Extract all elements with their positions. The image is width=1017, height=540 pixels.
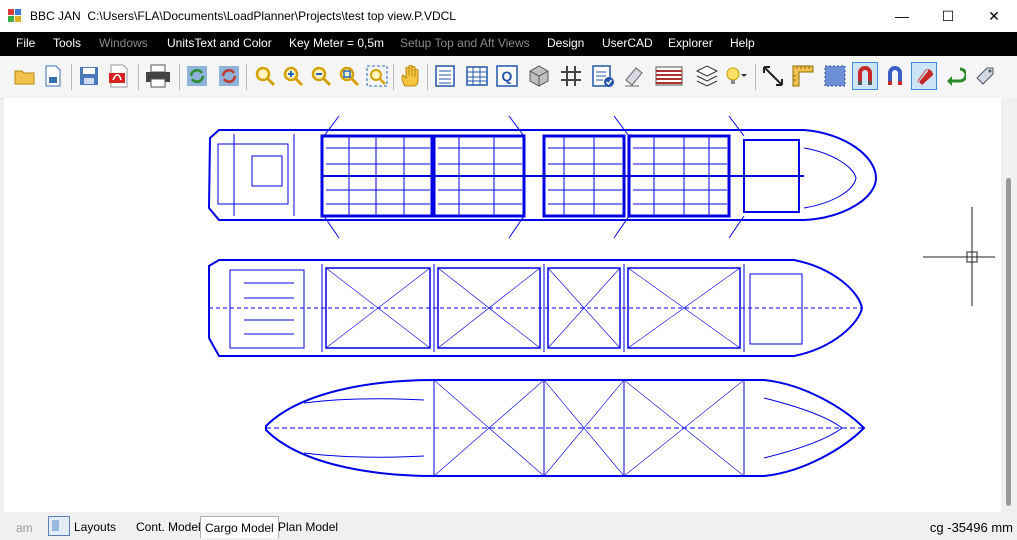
ship-hold-plan bbox=[208, 259, 864, 357]
tab-plan-model-label: Plan Model bbox=[278, 520, 339, 534]
measure-icon[interactable] bbox=[760, 62, 786, 90]
tag-icon[interactable] bbox=[972, 62, 998, 90]
tab-plan-model[interactable]: Plan Model bbox=[274, 516, 342, 538]
scrollbar-thumb[interactable] bbox=[1006, 178, 1011, 506]
refresh-all-icon[interactable] bbox=[216, 62, 242, 90]
pdf-icon[interactable] bbox=[106, 62, 132, 90]
status-bar: am Layouts Cont. Model Cargo Model Plan … bbox=[0, 512, 1017, 540]
vertical-scrollbar[interactable] bbox=[1001, 98, 1017, 512]
tab-cargo-model-label: Cargo Model bbox=[205, 520, 274, 535]
maximize-icon: ☐ bbox=[941, 7, 955, 24]
close-icon: ✕ bbox=[988, 7, 1000, 24]
magnet-blue-icon[interactable] bbox=[882, 62, 908, 90]
checklist-icon[interactable] bbox=[590, 62, 616, 90]
tab-layouts[interactable]: Layouts bbox=[70, 516, 120, 538]
3d-box-icon[interactable] bbox=[526, 62, 552, 90]
layouts-icon[interactable] bbox=[48, 516, 70, 536]
tab-cont-model-label: Cont. Model bbox=[136, 520, 201, 534]
ship-deck-plan bbox=[207, 115, 878, 239]
close-button[interactable]: ✕ bbox=[971, 0, 1017, 32]
app-icon bbox=[8, 9, 21, 22]
menu-help[interactable]: Help bbox=[730, 36, 755, 50]
ruler-icon[interactable] bbox=[790, 62, 816, 90]
print-icon[interactable] bbox=[143, 62, 173, 90]
cg-readout: cg -35496 mm bbox=[929, 520, 1013, 535]
new-document-icon[interactable] bbox=[40, 62, 66, 90]
layers-icon[interactable] bbox=[694, 62, 720, 90]
menu-design[interactable]: Design bbox=[547, 36, 584, 50]
query-icon[interactable]: Q bbox=[494, 62, 520, 90]
zoom-window-icon[interactable] bbox=[364, 62, 390, 90]
eraser-icon[interactable] bbox=[620, 62, 646, 90]
maximize-button[interactable]: ☐ bbox=[925, 0, 971, 32]
list-view-icon[interactable] bbox=[432, 62, 458, 90]
lightbulb-icon[interactable] bbox=[722, 62, 750, 90]
minimize-button[interactable]: — bbox=[879, 0, 925, 32]
zoom-out-icon[interactable] bbox=[308, 62, 334, 90]
menu-setup-views[interactable]: Setup Top and Aft Views bbox=[400, 36, 530, 50]
undo-arrow-icon[interactable] bbox=[942, 62, 968, 90]
zoom-in-icon[interactable] bbox=[280, 62, 306, 90]
pan-hand-icon[interactable] bbox=[398, 62, 424, 90]
crosshair-cursor bbox=[923, 207, 995, 306]
table-icon[interactable] bbox=[464, 62, 490, 90]
menu-explorer[interactable]: Explorer bbox=[668, 36, 713, 50]
open-folder-icon[interactable] bbox=[12, 62, 38, 90]
menu-bar: File Tools Windows UnitsText and Color K… bbox=[0, 32, 1017, 56]
drawing-canvas[interactable] bbox=[4, 98, 1001, 512]
magnet-red-icon[interactable] bbox=[852, 62, 878, 90]
menu-tools[interactable]: Tools bbox=[53, 36, 81, 50]
window-title: BBC JAN C:\Users\FLA\Documents\LoadPlann… bbox=[30, 9, 456, 23]
tab-cont-model[interactable]: Cont. Model bbox=[132, 516, 205, 538]
select-region-icon[interactable] bbox=[822, 62, 848, 90]
menu-key-meter[interactable]: Key Meter = 0,5m bbox=[289, 36, 384, 50]
menu-file[interactable]: File bbox=[16, 36, 35, 50]
refresh-icon[interactable] bbox=[184, 62, 210, 90]
tab-cargo-model[interactable]: Cargo Model bbox=[200, 516, 279, 538]
svg-text:Q: Q bbox=[502, 68, 513, 84]
save-icon[interactable] bbox=[76, 62, 102, 90]
grid-icon[interactable] bbox=[558, 62, 584, 90]
tab-layouts-label: Layouts bbox=[74, 520, 117, 534]
magnet-icon[interactable] bbox=[911, 62, 937, 90]
menu-usercad[interactable]: UserCAD bbox=[602, 36, 653, 50]
status-left-text: am bbox=[16, 521, 33, 535]
ship-lines-plan bbox=[265, 379, 866, 477]
menu-windows[interactable]: Windows bbox=[99, 36, 148, 50]
zoom-fit-icon[interactable] bbox=[336, 62, 362, 90]
minimize-icon: — bbox=[895, 8, 909, 24]
title-bar: BBC JAN C:\Users\FLA\Documents\LoadPlann… bbox=[0, 0, 1017, 32]
ship-plan-drawing bbox=[207, 115, 995, 477]
hatch-icon[interactable] bbox=[654, 62, 684, 90]
zoom-icon[interactable] bbox=[252, 62, 278, 90]
menu-units-text-color[interactable]: UnitsText and Color bbox=[167, 36, 272, 50]
toolbar: Q bbox=[0, 56, 1017, 99]
